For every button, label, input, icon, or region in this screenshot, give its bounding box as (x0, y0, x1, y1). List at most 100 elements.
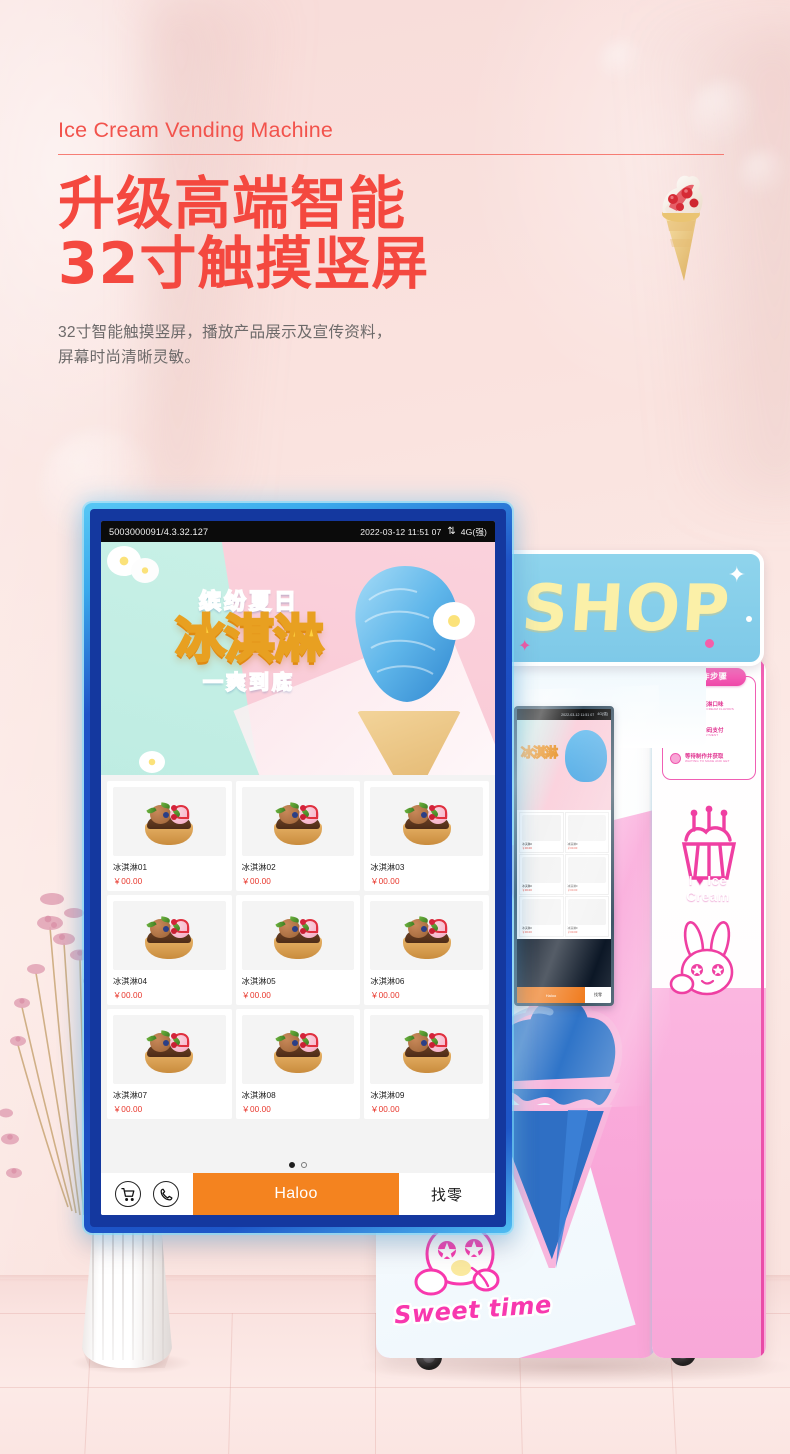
product-name: 冰淇淋02 (241, 863, 276, 872)
network-status-label: 4G(强) (460, 526, 487, 537)
product-price: ￥00.00 (241, 991, 271, 1000)
vase-rib (112, 1228, 114, 1360)
product-name: 冰淇淋09 (370, 1091, 405, 1100)
banner-title-block: 缤纷夏日 冰淇淋 一爽到底 (129, 584, 369, 695)
heart-icon: ♥ (696, 873, 705, 888)
product-name: 冰淇淋01 (113, 863, 148, 872)
product-card[interactable]: 冰淇淋03 ￥00.00 (364, 781, 489, 891)
inner-display-banner: 冰淇淋 (517, 720, 611, 810)
tablet-bezel: 5003000091/4.3.32.127 2022-03-12 11:51 0… (90, 509, 506, 1227)
pagination-dot-active[interactable] (289, 1162, 295, 1168)
ceramic-vase (82, 1228, 172, 1368)
inner-statusbar-time: 2022-03-12 11:51 07 (561, 712, 595, 717)
inner-statusbar-network: 4G(强) (597, 712, 608, 716)
banner-main-text: 冰淇淋 (174, 610, 325, 668)
product-thumbnail (113, 1015, 226, 1084)
screen-status-bar: 5003000091/4.3.32.127 2022-03-12 11:51 0… (101, 521, 495, 542)
vase-rib (152, 1228, 154, 1360)
inner-product-cell[interactable]: 冰淇淋0 ￥00.00 (519, 812, 564, 853)
love-badge-ice: Ice (707, 873, 728, 888)
inner-product-thumbnail (567, 857, 606, 883)
page-subtitle-line-2: 屏幕时尚清晰灵敏。 (58, 349, 201, 367)
inner-product-price: ￥00.00 (522, 888, 532, 892)
product-price: ￥00.00 (241, 877, 271, 886)
inner-product-cell[interactable]: 冰淇淋0 ￥00.00 (519, 896, 564, 937)
product-card[interactable]: 冰淇淋05 ￥00.00 (235, 895, 361, 1005)
device-id-label: 5003000091/4.3.32.127 (109, 526, 209, 537)
inner-display-bottom-bar: Haloo 找零 (517, 987, 611, 1003)
tablet-screen: 5003000091/4.3.32.127 2022-03-12 11:51 0… (101, 521, 495, 1215)
sign-dot-decoration (705, 639, 714, 648)
network-activity-icon: ⇅ (447, 526, 455, 537)
machine-inner-display[interactable]: 2022-03-12 11:51 07 4G(强) 冰淇淋 冰淇淋0 ￥00.0… (514, 706, 614, 1006)
product-card[interactable]: 冰淇淋07 ￥00.00 (107, 1009, 232, 1119)
inner-primary-button[interactable]: Haloo (517, 987, 585, 1003)
product-name: 冰淇淋03 (370, 863, 405, 872)
pagination-dot[interactable] (301, 1162, 307, 1168)
phone-call-icon (160, 1188, 172, 1200)
primary-action-button[interactable]: Haloo (193, 1173, 399, 1215)
sundae-icon (270, 1027, 326, 1073)
inner-product-cell[interactable]: 冰淇淋0 ￥00.00 (564, 854, 609, 895)
product-price: ￥00.00 (370, 991, 400, 1000)
screen-bottom-bar: Haloo 找零 (101, 1173, 495, 1215)
ice-cream-cone-illustration (639, 163, 723, 285)
product-name: 冰淇淋05 (241, 977, 276, 986)
phone-call-button[interactable] (153, 1181, 179, 1207)
inner-banner-scoop-icon (565, 730, 607, 782)
vase-rib (122, 1228, 124, 1360)
product-thumbnail (113, 901, 226, 970)
product-card[interactable]: 冰淇淋08 ￥00.00 (235, 1009, 361, 1119)
product-name: 冰淇淋08 (241, 1091, 276, 1100)
product-card[interactable]: 冰淇淋06 ￥00.00 (364, 895, 489, 1005)
inner-banner-title: 冰淇淋 (520, 745, 558, 761)
shopping-cart-icon (120, 1187, 134, 1201)
banner-sub-text: 一爽到底 (202, 671, 295, 695)
inner-display-statusbar: 2022-03-12 11:51 07 4G(强) (517, 709, 611, 720)
sundae-icon (399, 1027, 455, 1073)
sweet-time-badge: Sweet time (386, 1220, 586, 1345)
change-button[interactable]: 找零 (399, 1173, 495, 1215)
inner-display-product-grid: 冰淇淋0 ￥00.00 冰淇淋0 ￥00.00 冰淇淋0 ￥00.00 冰淇淋0… (517, 810, 611, 939)
inner-product-thumbnail (522, 899, 561, 925)
inner-change-button[interactable]: 找零 (585, 987, 611, 1003)
sundae-icon (141, 913, 197, 959)
inner-product-price: ￥00.00 (522, 930, 532, 934)
vase-rib (102, 1228, 104, 1360)
inner-product-cell[interactable]: 冰淇淋0 ￥00.00 (564, 896, 609, 937)
banner-flower-icon (433, 602, 475, 640)
right-cabinet-pink-panel (652, 988, 766, 1358)
love-badge-cream: Cream (686, 889, 730, 904)
sundae-icon (270, 799, 326, 845)
inner-product-price: ￥00.00 (567, 930, 578, 934)
sundae-icon (141, 799, 197, 845)
product-price: ￥00.00 (241, 1105, 271, 1114)
product-thumbnail (241, 901, 355, 970)
shopping-cart-button[interactable] (115, 1181, 141, 1207)
product-card[interactable]: 冰淇淋01 ￥00.00 (107, 781, 232, 891)
pagination-dots (101, 1157, 495, 1173)
promo-banner[interactable]: 缤纷夏日 冰淇淋 一爽到底 (101, 542, 495, 775)
inner-product-cell[interactable]: 冰淇淋0 ￥00.00 (519, 854, 564, 895)
sundae-icon (399, 913, 455, 959)
product-price: ￥00.00 (113, 1105, 143, 1114)
banner-flower-icon (131, 558, 159, 583)
step-item-3: 等待制作并获取 WAITING TO MAKE AND GET (670, 753, 730, 764)
i-love-ice-cream-badge: I ♥ Ice Cream (663, 873, 753, 904)
product-name: 冰淇淋06 (370, 977, 405, 986)
product-card[interactable]: 冰淇淋09 ￥00.00 (364, 1009, 489, 1119)
product-grid: 冰淇淋01 ￥00.00 冰淇淋02 ￥00.00 冰淇淋03 ￥00.00 冰… (101, 775, 495, 1157)
product-card[interactable]: 冰淇淋02 ￥00.00 (235, 781, 361, 891)
product-thumbnail (113, 787, 226, 856)
vase-rib (132, 1228, 134, 1360)
inner-product-cell[interactable]: 冰淇淋0 ￥00.00 (564, 812, 609, 853)
product-price: ￥00.00 (113, 991, 143, 1000)
sign-star-icon: ✦ (727, 562, 746, 587)
product-card[interactable]: 冰淇淋04 ￥00.00 (107, 895, 232, 1005)
tablet-device: 5003000091/4.3.32.127 2022-03-12 11:51 0… (84, 503, 512, 1233)
sundae-icon (141, 1027, 197, 1073)
step-bullet-icon (670, 753, 681, 764)
floor-seam-v2 (228, 1313, 234, 1454)
sign-dot-decoration (746, 616, 752, 622)
step-label-en: WAITING TO MAKE AND GET (685, 758, 730, 763)
